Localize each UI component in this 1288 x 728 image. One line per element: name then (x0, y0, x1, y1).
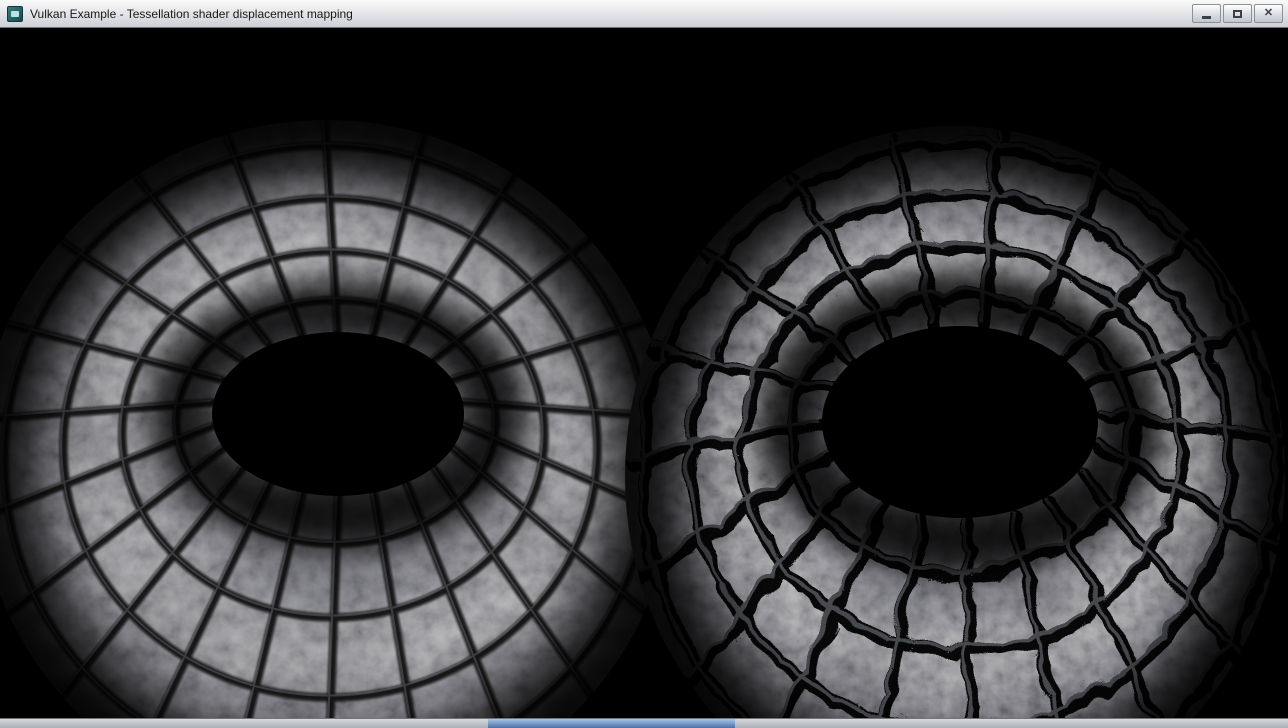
render-canvas (0, 28, 1288, 718)
minimize-icon (1202, 16, 1211, 19)
window-bottom-frame (0, 718, 1288, 728)
render-viewport[interactable] (0, 28, 1288, 718)
app-window: Vulkan Example - Tessellation shader dis… (0, 0, 1288, 728)
close-icon: ✕ (1264, 8, 1273, 19)
maximize-icon (1233, 10, 1242, 18)
close-button[interactable]: ✕ (1254, 4, 1283, 23)
window-controls: ✕ (1192, 4, 1283, 23)
titlebar[interactable]: Vulkan Example - Tessellation shader dis… (0, 0, 1288, 28)
app-icon (7, 6, 23, 22)
app-icon-glyph (11, 11, 19, 17)
taskbar-sliver (488, 719, 735, 728)
window-title: Vulkan Example - Tessellation shader dis… (30, 0, 1192, 28)
minimize-button[interactable] (1192, 4, 1221, 23)
maximize-button[interactable] (1223, 4, 1252, 23)
